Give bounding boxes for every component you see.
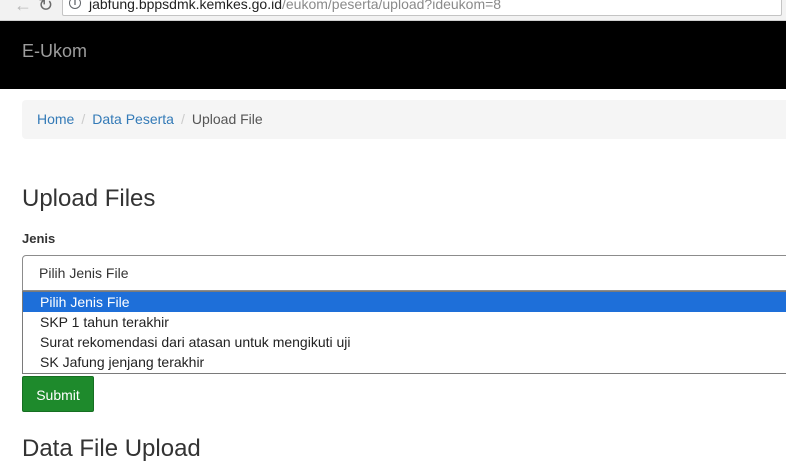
page: ← ↻ i jabfung.bppsdmk.kemkes.go.id/eukom… bbox=[0, 0, 786, 471]
breadcrumb-separator: / bbox=[81, 111, 86, 127]
info-icon[interactable]: i bbox=[69, 0, 81, 9]
submit-button[interactable]: Submit bbox=[22, 376, 94, 412]
reload-icon[interactable]: ↻ bbox=[38, 0, 53, 15]
page-title: Upload Files bbox=[22, 185, 156, 212]
jenis-select[interactable]: Pilih Jenis File bbox=[22, 255, 786, 291]
data-file-upload-heading: Data File Upload bbox=[22, 435, 201, 462]
jenis-dropdown-list: Pilih Jenis File SKP 1 tahun terakhir Su… bbox=[22, 291, 786, 374]
breadcrumb-home[interactable]: Home bbox=[37, 111, 74, 127]
browser-toolbar: ← ↻ i jabfung.bppsdmk.kemkes.go.id/eukom… bbox=[0, 0, 786, 21]
arrow-left-icon[interactable]: ← bbox=[14, 0, 32, 15]
breadcrumb: Home / Data Peserta / Upload File bbox=[22, 100, 786, 139]
breadcrumb-upload-file: Upload File bbox=[191, 111, 263, 127]
brand-logo[interactable]: E-Ukom bbox=[22, 41, 87, 62]
url-text[interactable]: jabfung.bppsdmk.kemkes.go.id/eukom/peser… bbox=[89, 0, 501, 12]
dropdown-option-skp[interactable]: SKP 1 tahun terakhir bbox=[23, 312, 786, 332]
url-path: /eukom/peserta/upload?ideukom=8 bbox=[282, 0, 502, 12]
dropdown-option-sk-jafung[interactable]: SK Jafung jenjang terakhir bbox=[23, 352, 786, 372]
breadcrumb-separator: / bbox=[180, 111, 185, 127]
dropdown-option-surat-rekomendasi[interactable]: Surat rekomendasi dari atasan untuk meng… bbox=[23, 332, 786, 352]
jenis-label: Jenis bbox=[22, 231, 56, 246]
breadcrumb-data-peserta[interactable]: Data Peserta bbox=[92, 111, 174, 127]
url-host: jabfung.bppsdmk.kemkes.go.id bbox=[89, 0, 282, 12]
app-navbar: E-Ukom bbox=[0, 21, 786, 89]
dropdown-option-pilih-jenis-file[interactable]: Pilih Jenis File bbox=[23, 292, 786, 312]
address-bar[interactable]: i jabfung.bppsdmk.kemkes.go.id/eukom/pes… bbox=[62, 0, 782, 16]
